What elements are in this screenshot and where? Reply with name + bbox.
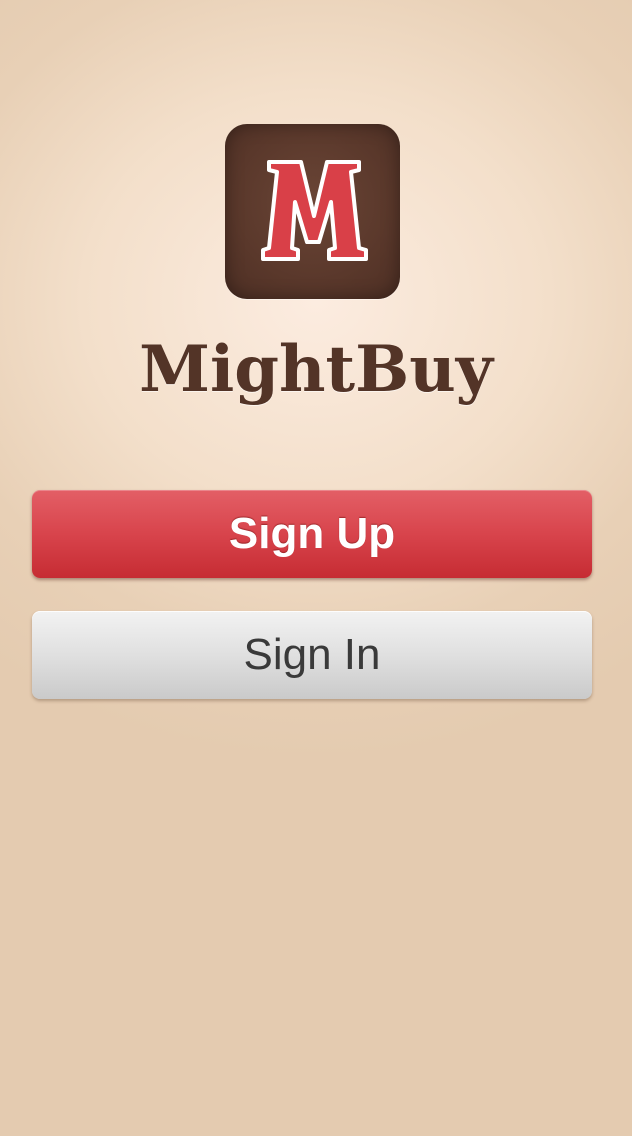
- sign-in-button[interactable]: Sign In: [32, 611, 592, 699]
- sign-up-button[interactable]: Sign Up: [32, 490, 592, 578]
- app-name-title: MightBuy: [139, 332, 493, 407]
- logo-m-glyph: [261, 160, 368, 261]
- mightbuy-m-logo-icon: [225, 124, 400, 299]
- welcome-screen: MightBuy Sign Up Sign In: [0, 0, 632, 1136]
